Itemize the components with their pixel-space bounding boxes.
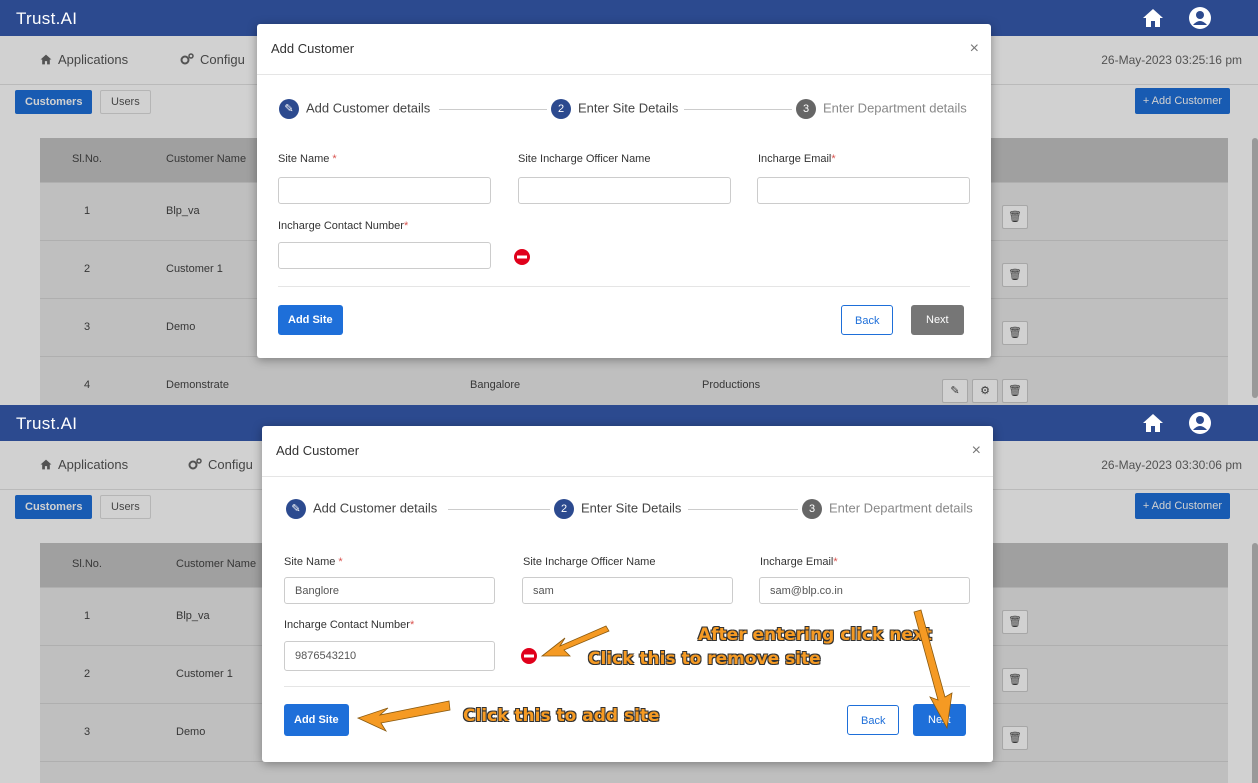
step-3-badge: 3 bbox=[802, 499, 822, 519]
modal-title: Add Customer bbox=[271, 41, 355, 56]
divider bbox=[262, 476, 993, 477]
label-site-name: Site Name * bbox=[284, 556, 343, 568]
step-3-badge: 3 bbox=[796, 99, 816, 119]
annotation-click-next: After entering click next bbox=[698, 625, 932, 645]
brand-logo[interactable]: Trust.AI bbox=[16, 9, 77, 29]
label-officer-name: Site Incharge Officer Name bbox=[518, 153, 651, 165]
add-site-button[interactable]: Add Site bbox=[278, 305, 343, 335]
label-contact-number: Incharge Contact Number* bbox=[284, 619, 415, 631]
remove-site-icon[interactable] bbox=[514, 249, 530, 265]
pencil-icon: ✎ bbox=[279, 99, 299, 119]
contact-number-input[interactable] bbox=[278, 242, 491, 269]
step-2[interactable]: 2 Enter Site Details bbox=[554, 499, 681, 519]
next-button[interactable]: Next bbox=[911, 305, 964, 335]
back-button[interactable]: Back bbox=[841, 305, 894, 335]
label-incharge-email: Incharge Email* bbox=[760, 556, 838, 568]
step-3[interactable]: 3 Enter Department details bbox=[802, 499, 973, 519]
incharge-email-input[interactable]: sam@blp.co.in bbox=[759, 577, 970, 604]
close-icon[interactable]: × bbox=[972, 442, 981, 460]
step-connector bbox=[439, 109, 547, 110]
officer-name-input[interactable]: sam bbox=[522, 577, 733, 604]
screenshot-panel-1: Trust.AI Applications Configu 26-May-202… bbox=[0, 0, 1258, 405]
step-1[interactable]: ✎ Add Customer details bbox=[286, 499, 437, 519]
label-incharge-email: Incharge Email* bbox=[758, 153, 836, 165]
step-2[interactable]: 2 Enter Site Details bbox=[551, 99, 678, 119]
step-connector bbox=[684, 109, 792, 110]
back-button[interactable]: Back bbox=[847, 705, 900, 735]
home-icon[interactable] bbox=[1142, 413, 1164, 433]
screenshot-panel-2: Trust.AI Applications Configu 26-May-202… bbox=[0, 405, 1258, 783]
step-connector bbox=[688, 509, 798, 510]
brand-logo[interactable]: Trust.AI bbox=[16, 414, 77, 434]
next-button[interactable]: Next bbox=[913, 704, 966, 736]
step-2-badge: 2 bbox=[554, 499, 574, 519]
user-icon[interactable] bbox=[1188, 411, 1212, 435]
step-3[interactable]: 3 Enter Department details bbox=[796, 99, 967, 119]
step-connector bbox=[448, 509, 550, 510]
officer-name-input[interactable] bbox=[518, 177, 731, 204]
divider bbox=[278, 286, 970, 287]
incharge-email-input[interactable] bbox=[757, 177, 970, 204]
label-officer-name: Site Incharge Officer Name bbox=[523, 556, 656, 568]
site-name-input[interactable]: Banglore bbox=[284, 577, 495, 604]
label-site-name: Site Name * bbox=[278, 153, 337, 165]
add-site-button[interactable]: Add Site bbox=[284, 704, 349, 736]
add-customer-modal: Add Customer × ✎ Add Customer details 2 En… bbox=[257, 24, 991, 358]
close-icon[interactable]: × bbox=[970, 40, 979, 58]
home-icon[interactable] bbox=[1142, 8, 1164, 28]
remove-site-icon[interactable] bbox=[521, 648, 537, 664]
divider bbox=[284, 686, 970, 687]
step-1[interactable]: ✎ Add Customer details bbox=[279, 99, 430, 119]
label-contact-number: Incharge Contact Number* bbox=[278, 220, 409, 232]
pencil-icon: ✎ bbox=[286, 499, 306, 519]
divider bbox=[257, 74, 991, 75]
annotation-add-site: Click this to add site bbox=[463, 706, 660, 726]
site-name-input[interactable] bbox=[278, 177, 491, 204]
contact-number-input[interactable]: 9876543210 bbox=[284, 641, 495, 671]
annotation-remove-site: Click this to remove site bbox=[588, 649, 821, 669]
step-2-badge: 2 bbox=[551, 99, 571, 119]
modal-title: Add Customer bbox=[276, 443, 360, 458]
user-icon[interactable] bbox=[1188, 6, 1212, 30]
